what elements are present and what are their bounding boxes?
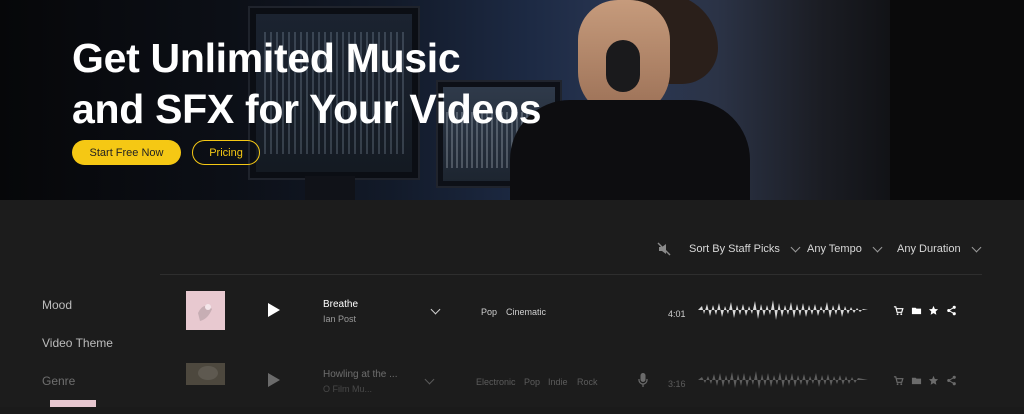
list-divider [160, 274, 982, 275]
sort-dropdown[interactable]: Sort By Staff Picks [689, 242, 801, 255]
folder-icon[interactable] [911, 375, 922, 386]
hero-monitor-stand [305, 176, 355, 200]
track-row[interactable]: Howling at the ... O Film Mu... Electron… [160, 346, 982, 414]
track-title[interactable]: Breathe [323, 299, 358, 310]
speaker-off-icon[interactable] [656, 241, 672, 257]
hero-background-door [890, 0, 1024, 200]
hero-title-line2: and SFX for Your Videos [72, 86, 542, 132]
chevron-down-icon [872, 242, 883, 253]
tempo-dropdown[interactable]: Any Tempo [807, 242, 883, 255]
star-icon[interactable] [928, 375, 939, 386]
folder-icon[interactable] [911, 305, 922, 316]
waveform[interactable] [698, 366, 868, 394]
chevron-down-icon [790, 242, 801, 253]
track-cover-image [186, 363, 225, 385]
share-icon[interactable] [946, 375, 957, 386]
start-free-button[interactable]: Start Free Now [72, 140, 181, 165]
sidebar-thumbnail [50, 400, 96, 407]
star-icon[interactable] [928, 305, 939, 316]
sort-dropdown-label: Sort By Staff Picks [689, 243, 780, 255]
sidebar-item-video-theme[interactable]: Video Theme [42, 336, 113, 350]
track-cover-image [186, 291, 225, 330]
play-icon[interactable] [268, 303, 280, 317]
chevron-down-icon[interactable] [424, 374, 435, 385]
tempo-dropdown-label: Any Tempo [807, 243, 862, 255]
sidebar-item-mood[interactable]: Mood [42, 298, 72, 312]
duration-dropdown-label: Any Duration [897, 243, 961, 255]
track-artist[interactable]: Ian Post [323, 314, 356, 324]
hero-person-body [510, 100, 750, 200]
genre-tag[interactable]: Pop [481, 307, 497, 317]
track-artist[interactable]: O Film Mu... [323, 384, 372, 394]
track-duration: 3:16 [668, 379, 686, 389]
headphones-icon [606, 40, 640, 92]
share-icon[interactable] [946, 305, 957, 316]
genre-tag[interactable]: Electronic [476, 377, 516, 387]
hero-title-line1: Get Unlimited Music [72, 35, 461, 81]
cart-icon[interactable] [893, 305, 904, 316]
chevron-down-icon [971, 242, 982, 253]
hero-banner: Get Unlimited Music and SFX for Your Vid… [0, 0, 1024, 200]
track-title[interactable]: Howling at the ... [323, 369, 397, 380]
genre-tag[interactable]: Pop [524, 377, 540, 387]
genre-tag[interactable]: Indie [548, 377, 568, 387]
cart-icon[interactable] [893, 375, 904, 386]
pricing-button[interactable]: Pricing [192, 140, 260, 165]
track-row[interactable]: Breathe Ian Post Pop Cinematic 4:01 [160, 276, 982, 344]
microphone-icon [638, 373, 648, 387]
sidebar-item-genre[interactable]: Genre [42, 374, 75, 388]
chevron-down-icon[interactable] [430, 304, 441, 315]
play-icon[interactable] [268, 373, 280, 387]
genre-tag[interactable]: Cinematic [506, 307, 546, 317]
track-duration: 4:01 [668, 309, 686, 319]
duration-dropdown[interactable]: Any Duration [897, 242, 982, 255]
genre-tag[interactable]: Rock [577, 377, 598, 387]
hero-title: Get Unlimited Music and SFX for Your Vid… [72, 33, 542, 135]
waveform[interactable] [698, 296, 868, 324]
